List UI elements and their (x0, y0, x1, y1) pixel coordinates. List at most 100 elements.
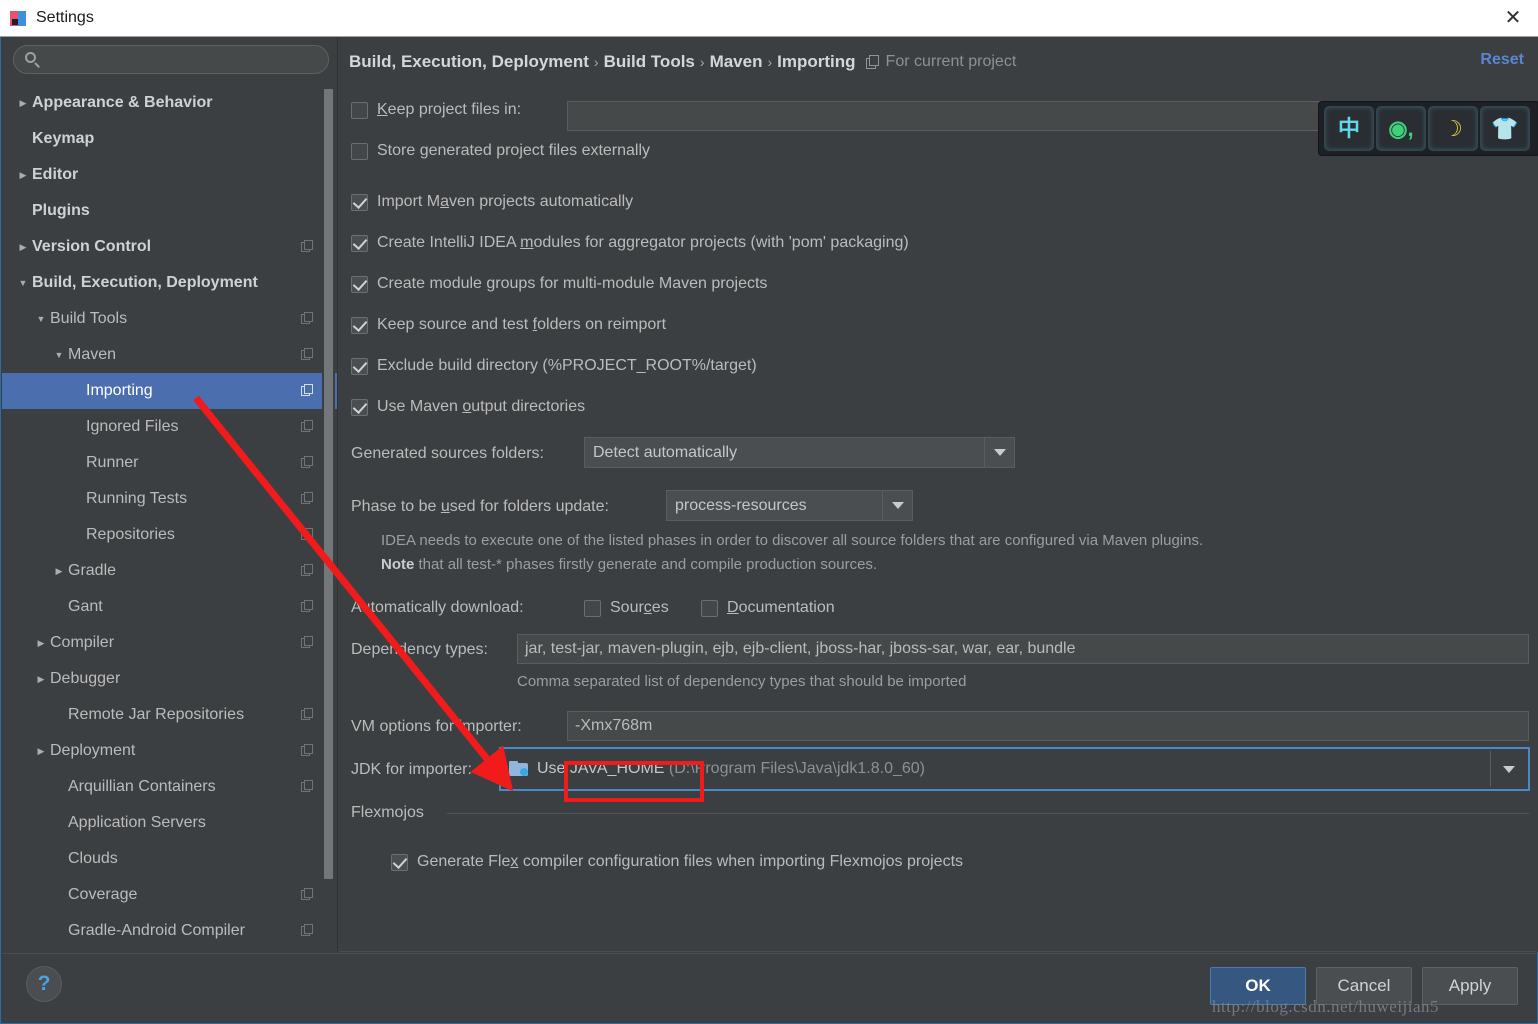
create-groups-label: Create module groups for multi-module Ma… (377, 275, 768, 292)
create-modules-row: Create IntelliJ IDEA modules for aggrega… (351, 234, 909, 252)
create-modules-checkbox[interactable] (351, 234, 368, 252)
dependency-types-label: Dependency types: (351, 641, 488, 658)
sidebar-item-clouds[interactable]: Clouds (2, 841, 337, 877)
project-scope-icon (301, 528, 314, 541)
project-scope-icon (301, 240, 314, 253)
close-icon[interactable]: ✕ (1488, 0, 1538, 36)
moon-icon[interactable]: ☽ (1428, 106, 1478, 151)
sidebar-item-label: Arquillian Containers (68, 778, 216, 795)
sidebar-scrollbar-thumb[interactable] (324, 89, 333, 879)
sidebar-item-label: Gradle-Android Compiler (68, 922, 245, 939)
jdk-chevron-down-icon[interactable] (1490, 751, 1526, 787)
breadcrumb-item-maven[interactable]: Maven (710, 52, 763, 72)
chevron-right-icon[interactable]: ▶ (50, 566, 68, 577)
generated-sources-combo[interactable]: Detect automatically (584, 437, 1015, 468)
sidebar-item-appearance-behavior[interactable]: ▶ Appearance & Behavior (2, 85, 337, 121)
import-auto-checkbox[interactable] (351, 193, 368, 211)
sidebar-item-editor[interactable]: ▶ Editor (2, 157, 337, 193)
generate-flex-checkbox[interactable] (391, 853, 408, 871)
flexmojos-group-label: Flexmojos (351, 804, 424, 821)
skin-icon[interactable]: 👕 (1480, 106, 1530, 151)
project-scope-icon (301, 312, 314, 325)
sidebar-item-coverage[interactable]: Coverage (2, 877, 337, 913)
sidebar-item-debugger[interactable]: ▶ Debugger (2, 661, 337, 697)
sidebar-item-build-execution-deployment[interactable]: ▼ Build, Execution, Deployment (2, 265, 337, 301)
reset-link[interactable]: Reset (1480, 51, 1524, 69)
generated-sources-value: Detect automatically (593, 443, 738, 461)
chevron-right-icon[interactable]: ▶ (14, 98, 32, 109)
breadcrumb-item-importing[interactable]: Importing (777, 52, 855, 72)
chevron-down-icon[interactable] (882, 491, 912, 520)
sidebar-item-gradle[interactable]: ▶ Gradle (2, 553, 337, 589)
use-output-checkbox[interactable] (351, 398, 368, 416)
sidebar-item-remote-jar-repositories[interactable]: Remote Jar Repositories (2, 697, 337, 733)
dependency-types-hint: Comma separated list of dependency types… (517, 673, 967, 690)
sidebar-item-maven[interactable]: ▼ Maven (2, 337, 337, 373)
chevron-down-icon[interactable]: ▼ (50, 350, 68, 360)
punctuation-mode-icon[interactable]: ◉, (1376, 106, 1426, 151)
chevron-down-icon[interactable] (984, 438, 1014, 467)
sidebar-item-plugins[interactable]: Plugins (2, 193, 337, 229)
keep-source-checkbox[interactable] (351, 316, 368, 334)
sidebar-item-importing[interactable]: Importing (2, 373, 337, 409)
phase-combo[interactable]: process-resources (666, 490, 913, 521)
generated-sources-label-row: Generated sources folders: (351, 445, 544, 463)
project-scope-icon (301, 636, 314, 649)
search-input[interactable] (13, 45, 329, 74)
sidebar-item-label: Appearance & Behavior (32, 94, 213, 111)
ime-toolbar[interactable]: 中 ◉, ☽ 👕 (1318, 101, 1538, 156)
chevron-down-icon[interactable]: ▼ (32, 314, 50, 324)
sidebar-item-application-servers[interactable]: Application Servers (2, 805, 337, 841)
chevron-down-icon[interactable]: ▼ (14, 278, 32, 288)
import-auto-row: Import Maven projects automatically (351, 193, 633, 211)
vm-options-input[interactable]: -Xmx768m (567, 711, 1529, 741)
dependency-types-label-row: Dependency types: (351, 641, 488, 659)
sidebar-item-label: Running Tests (86, 490, 188, 507)
sidebar-item-compiler[interactable]: ▶ Compiler (2, 625, 337, 661)
sidebar-item-deployment[interactable]: ▶ Deployment (2, 733, 337, 769)
breadcrumb-item-build-tools[interactable]: Build Tools (604, 52, 695, 72)
sidebar-item-repositories[interactable]: Repositories (2, 517, 337, 553)
keep-project-files-row: Keep project files in: (351, 101, 521, 119)
settings-tree[interactable]: ▶ Appearance & Behavior Keymap ▶ Editor Plugi… (2, 85, 337, 952)
create-groups-checkbox[interactable] (351, 275, 368, 293)
intellij-idea-icon (10, 10, 27, 27)
store-generated-row: Store generated project files externally (351, 142, 650, 160)
use-output-label: Use Maven output directories (377, 398, 586, 415)
chevron-right-icon[interactable]: ▶ (14, 170, 32, 181)
documentation-label: Documentation (727, 599, 835, 616)
sidebar-item-keymap[interactable]: Keymap (2, 121, 337, 157)
sidebar-divider (337, 37, 338, 952)
sidebar-item-build-tools[interactable]: ▼ Build Tools (2, 301, 337, 337)
sidebar-item-gant[interactable]: Gant (2, 589, 337, 625)
chevron-right-icon[interactable]: ▶ (32, 638, 50, 649)
sidebar-item-ignored-files[interactable]: Ignored Files (2, 409, 337, 445)
sidebar-item-label: Clouds (68, 850, 118, 867)
generated-sources-label: Generated sources folders: (351, 445, 544, 462)
chevron-right-icon[interactable]: ▶ (32, 674, 50, 685)
sidebar-item-version-control[interactable]: ▶ Version Control (2, 229, 337, 265)
sources-checkbox[interactable] (584, 599, 601, 617)
chevron-right-icon[interactable]: ▶ (32, 746, 50, 757)
keep-project-files-checkbox[interactable] (351, 101, 368, 119)
sidebar-item-label: Keymap (32, 130, 95, 147)
store-generated-checkbox[interactable] (351, 142, 368, 160)
exclude-build-checkbox[interactable] (351, 357, 368, 375)
sidebar-item-gradle-android-compiler[interactable]: Gradle-Android Compiler (2, 913, 337, 949)
vm-options-label: VM options for importer: (351, 718, 522, 735)
breadcrumb-separator: › (593, 54, 599, 70)
sidebar-item-running-tests[interactable]: Running Tests (2, 481, 337, 517)
project-scope-icon (301, 492, 314, 505)
sidebar-item-label: Application Servers (68, 814, 206, 831)
chinese-mode-icon[interactable]: 中 (1324, 106, 1374, 151)
documentation-checkbox[interactable] (701, 599, 718, 617)
chevron-right-icon[interactable]: ▶ (14, 242, 32, 253)
sidebar-item-runner[interactable]: Runner (2, 445, 337, 481)
dependency-types-input[interactable]: jar, test-jar, maven-plugin, ejb, ejb-cl… (517, 634, 1529, 664)
breadcrumb-separator: › (767, 54, 773, 70)
sidebar-scrollbar[interactable] (322, 89, 335, 947)
help-button[interactable]: ? (26, 966, 62, 1002)
breadcrumb-item-build[interactable]: Build, Execution, Deployment (349, 52, 589, 72)
keep-source-row: Keep source and test folders on reimport (351, 316, 666, 334)
sidebar-item-arquillian-containers[interactable]: Arquillian Containers (2, 769, 337, 805)
